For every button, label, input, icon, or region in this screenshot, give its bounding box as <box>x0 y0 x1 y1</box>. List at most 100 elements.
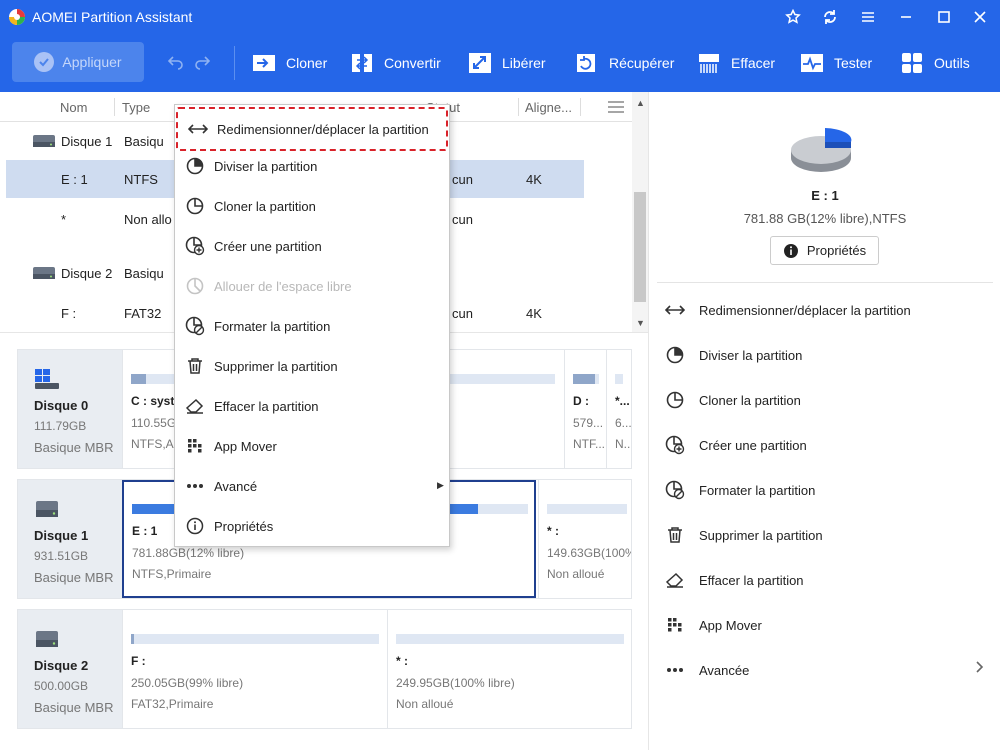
close-icon[interactable] <box>969 6 991 28</box>
menu-icon[interactable] <box>857 6 879 28</box>
ctx-app-mover[interactable]: App Mover <box>175 427 449 465</box>
disk-card-2[interactable]: Disque 2 500.00GB Basique MBR F : 250.05… <box>17 609 632 729</box>
ctx-label: Propriétés <box>214 518 274 534</box>
ctx-clone[interactable]: Cloner la partition <box>175 187 449 225</box>
list-scrollbar[interactable]: ▲ ▼ <box>632 92 648 332</box>
column-header-type[interactable]: Type <box>122 100 150 115</box>
partition-free: 110.55G <box>131 416 177 430</box>
toolbar-test-label: Tester <box>834 55 873 71</box>
refresh-icon[interactable] <box>819 6 841 28</box>
split-icon <box>185 156 205 176</box>
toolbar-convert-button[interactable]: Convertir <box>350 48 441 78</box>
divider <box>657 282 993 283</box>
partition-unallocated[interactable]: * : 249.95GB(100% libre) Non alloué <box>387 610 631 728</box>
partition-free: 579... <box>573 416 604 430</box>
partition-fs: NTF... <box>573 437 605 451</box>
system-disk-icon <box>35 369 59 389</box>
op-delete[interactable]: Supprimer la partition <box>665 523 823 547</box>
op-clone[interactable]: Cloner la partition <box>665 388 801 412</box>
row-type: Basiqu <box>124 266 164 281</box>
ctx-properties[interactable]: Propriétés <box>175 507 449 545</box>
redo-icon[interactable] <box>193 54 211 70</box>
disk-icon <box>33 135 55 147</box>
usage-bar-fill <box>131 634 134 644</box>
partition-unallocated[interactable]: *... 6... N... <box>606 350 631 468</box>
disk-icon <box>36 631 58 647</box>
partition-name: * : <box>547 524 559 538</box>
usage-bar-fill <box>131 374 146 384</box>
more-icon <box>185 476 205 496</box>
disk-info: Disque 0 111.79GB Basique MBR <box>18 350 122 468</box>
properties-button[interactable]: Propriétés <box>770 236 879 265</box>
ctx-delete[interactable]: Supprimer la partition <box>175 347 449 385</box>
ctx-advanced[interactable]: Avancé ▶ <box>175 467 449 505</box>
undo-icon[interactable] <box>167 54 185 70</box>
scroll-down-icon[interactable]: ▼ <box>636 318 645 328</box>
apply-button[interactable]: Appliquer <box>12 42 144 82</box>
ctx-wipe[interactable]: Effacer la partition <box>175 387 449 425</box>
disk-name: Disque 1 <box>34 528 89 543</box>
clone-disk-icon <box>252 51 276 75</box>
row-type: Basiqu <box>124 134 164 149</box>
usage-bar-fill <box>573 374 595 384</box>
partition-fs: Non alloué <box>396 697 454 711</box>
tools-grid-icon <box>900 51 924 75</box>
trash-icon <box>665 525 685 545</box>
partition-fs: FAT32,Primaire <box>131 697 214 711</box>
toolbar-recover-label: Récupérer <box>609 55 675 71</box>
ctx-format[interactable]: Formater la partition <box>175 307 449 345</box>
column-settings-icon[interactable] <box>608 101 624 113</box>
row-name: Disque 1 <box>61 134 113 149</box>
column-separator <box>518 98 519 116</box>
op-format[interactable]: Formater la partition <box>665 478 815 502</box>
disk-type: Basique MBR <box>34 570 114 585</box>
ctx-resize-move[interactable]: Redimensionner/déplacer la partition <box>176 107 448 151</box>
format-icon <box>665 480 685 500</box>
op-wipe[interactable]: Effacer la partition <box>665 568 804 592</box>
partition-fs: N... <box>615 437 631 451</box>
scroll-up-icon[interactable]: ▲ <box>636 98 645 108</box>
op-label: Redimensionner/déplacer la partition <box>699 302 911 318</box>
ctx-create[interactable]: Créer une partition <box>175 227 449 265</box>
op-split[interactable]: Diviser la partition <box>665 343 802 367</box>
properties-label: Propriétés <box>806 243 867 258</box>
minimize-icon[interactable] <box>895 6 917 28</box>
ctx-split[interactable]: Diviser la partition <box>175 147 449 185</box>
ctx-label: Avancé <box>214 478 258 494</box>
partition-f[interactable]: F : 250.05GB(99% libre) FAT32,Primaire <box>122 610 387 728</box>
toolbar-separator <box>234 46 235 80</box>
partition-free: 249.95GB(100% libre) <box>396 676 515 690</box>
column-header-name[interactable]: Nom <box>60 100 87 115</box>
trash-icon <box>185 356 205 376</box>
scroll-thumb[interactable] <box>634 192 646 302</box>
disk-info: Disque 1 931.51GB Basique MBR <box>18 480 122 598</box>
toolbar-free-button[interactable]: Libérer <box>468 48 546 78</box>
toolbar: Appliquer Cloner Convertir Libérer Récup… <box>0 34 1000 92</box>
column-header-alignment[interactable]: Aligne... <box>525 100 572 115</box>
op-advanced[interactable]: Avancée <box>665 658 749 682</box>
op-label: Avancée <box>699 662 750 678</box>
op-resize-move[interactable]: Redimensionner/déplacer la partition <box>665 298 911 322</box>
op-create[interactable]: Créer une partition <box>665 433 807 457</box>
op-app-mover[interactable]: App Mover <box>665 613 762 637</box>
partition-free: 781.88GB(12% libre) <box>132 546 245 560</box>
ctx-label: Effacer la partition <box>214 398 319 414</box>
toolbar-clone-button[interactable]: Cloner <box>252 48 327 78</box>
toolbar-wipe-button[interactable]: Effacer <box>697 48 775 78</box>
toolbar-test-button[interactable]: Tester <box>800 48 872 78</box>
partition-d[interactable]: D : 579... NTF... <box>564 350 606 468</box>
submenu-arrow-icon: ▶ <box>437 480 444 490</box>
more-icon <box>665 660 685 680</box>
right-panel: E : 1 781.88 GB(12% libre),NTFS Propriét… <box>648 92 1000 750</box>
partition-unallocated[interactable]: * : 149.63GB(100% libre) Non alloué <box>538 480 631 598</box>
allocate-icon <box>185 276 205 296</box>
chevron-right-icon[interactable] <box>975 660 985 674</box>
window-title: AOMEI Partition Assistant <box>32 9 193 25</box>
row-name: * <box>61 212 67 227</box>
toolbar-recover-button[interactable]: Récupérer <box>575 48 674 78</box>
row-alignment: 4K <box>526 172 542 187</box>
maximize-icon[interactable] <box>933 6 955 28</box>
toolbar-tools-button[interactable]: Outils <box>900 48 970 78</box>
star-icon[interactable] <box>782 6 804 28</box>
partition-fs: NTFS,A <box>131 437 174 451</box>
